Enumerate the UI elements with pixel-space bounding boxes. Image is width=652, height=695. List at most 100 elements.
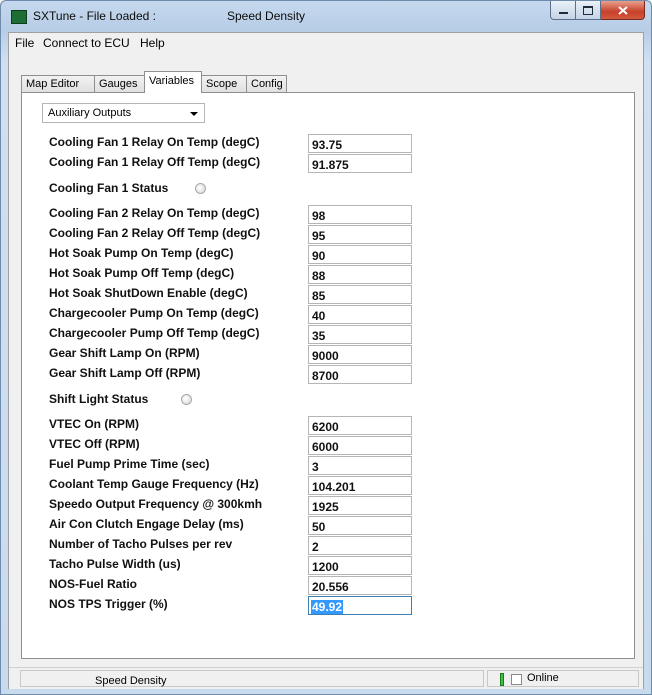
variable-value-field[interactable]: 95 bbox=[308, 225, 412, 244]
variable-label: NOS-Fuel Ratio bbox=[49, 577, 138, 591]
category-dropdown[interactable]: Auxiliary Outputs bbox=[42, 103, 205, 123]
variable-value-text: 49.92 bbox=[311, 600, 344, 614]
variable-value-text: 85 bbox=[312, 289, 326, 303]
variable-value-field[interactable]: 2 bbox=[308, 536, 412, 555]
variable-value-field[interactable]: 93.75 bbox=[308, 134, 412, 153]
status-indicator-icon bbox=[180, 394, 192, 405]
variable-label: VTEC On (RPM) bbox=[49, 417, 139, 431]
variable-value-field[interactable]: 20.556 bbox=[308, 576, 412, 595]
app-window: SXTune - File Loaded : Speed Density Fil… bbox=[0, 0, 652, 695]
variable-label: NOS TPS Trigger (%) bbox=[49, 597, 168, 611]
variable-label: Fuel Pump Prime Time (sec) bbox=[49, 457, 210, 471]
variable-label: Gear Shift Lamp On (RPM) bbox=[49, 346, 200, 360]
variable-value-text: 35 bbox=[312, 329, 326, 343]
maximize-button[interactable] bbox=[576, 1, 601, 20]
variable-value-field[interactable]: 49.92 bbox=[308, 596, 412, 615]
variable-value-field[interactable]: 98 bbox=[308, 205, 412, 224]
variable-value-text: 1925 bbox=[312, 500, 339, 514]
variable-label: Number of Tacho Pulses per rev bbox=[49, 537, 233, 551]
variable-label: Chargecooler Pump Off Temp (degC) bbox=[49, 326, 260, 340]
variable-value-field[interactable]: 3 bbox=[308, 456, 412, 475]
variable-label: Gear Shift Lamp Off (RPM) bbox=[49, 366, 201, 380]
tab-map-editor[interactable]: Map Editor bbox=[21, 75, 95, 92]
menu-help[interactable]: Help bbox=[140, 36, 165, 50]
variables-panel: Auxiliary Outputs Cooling Fan 1 Relay On… bbox=[21, 92, 635, 659]
variable-value-field[interactable]: 1200 bbox=[308, 556, 412, 575]
status-bar: Speed Density Online bbox=[9, 667, 643, 689]
variable-value-text: 2 bbox=[312, 540, 319, 554]
variable-label: VTEC Off (RPM) bbox=[49, 437, 140, 451]
tab-scope[interactable]: Scope bbox=[201, 75, 247, 92]
variable-value-text: 20.556 bbox=[312, 580, 349, 594]
variable-label: Cooling Fan 2 Relay Off Temp (degC) bbox=[49, 226, 261, 240]
title-bar[interactable]: SXTune - File Loaded : Speed Density bbox=[1, 1, 651, 33]
variable-value-text: 3 bbox=[312, 460, 319, 474]
variable-value-field[interactable]: 6000 bbox=[308, 436, 412, 455]
variable-label: Speedo Output Frequency @ 300kmh bbox=[49, 497, 263, 511]
variable-value-text: 88 bbox=[312, 269, 326, 283]
variable-value-field[interactable]: 90 bbox=[308, 245, 412, 264]
variable-value-text: 90 bbox=[312, 249, 326, 263]
close-icon bbox=[617, 5, 628, 15]
variable-value-text: 6200 bbox=[312, 420, 339, 434]
variable-label: Cooling Fan 1 Status bbox=[49, 181, 169, 195]
variable-value-text: 6000 bbox=[312, 440, 339, 454]
tab-variables[interactable]: Variables bbox=[144, 71, 202, 93]
variable-value-field[interactable]: 6200 bbox=[308, 416, 412, 435]
online-label: Online bbox=[527, 672, 559, 684]
variable-value-text: 91.875 bbox=[312, 158, 349, 172]
tab-config[interactable]: Config bbox=[246, 75, 287, 92]
variable-value-field[interactable]: 9000 bbox=[308, 345, 412, 364]
minimize-icon bbox=[558, 12, 568, 14]
variable-value-field[interactable]: 104.201 bbox=[308, 476, 412, 495]
variable-label: Cooling Fan 2 Relay On Temp (degC) bbox=[49, 206, 260, 220]
variable-value-field[interactable]: 35 bbox=[308, 325, 412, 344]
variable-label: Hot Soak Pump Off Temp (degC) bbox=[49, 266, 235, 280]
window-title-text: SXTune - File Loaded : bbox=[33, 9, 156, 23]
close-button[interactable] bbox=[601, 1, 645, 20]
status-online-panel bbox=[487, 670, 639, 687]
variable-label: Shift Light Status bbox=[49, 392, 149, 406]
variable-value-field[interactable]: 50 bbox=[308, 516, 412, 535]
variable-value-field[interactable]: 40 bbox=[308, 305, 412, 324]
variable-value-text: 104.201 bbox=[312, 480, 356, 494]
variable-value-text: 8700 bbox=[312, 369, 339, 383]
minimize-button[interactable] bbox=[550, 1, 576, 20]
variable-label: Cooling Fan 1 Relay Off Temp (degC) bbox=[49, 155, 261, 169]
tab-gauges[interactable]: Gauges bbox=[94, 75, 146, 92]
status-indicator-icon bbox=[195, 183, 206, 194]
app-icon bbox=[11, 10, 27, 24]
status-mode-panel: Speed Density bbox=[20, 670, 484, 687]
category-dropdown-value: Auxiliary Outputs bbox=[48, 107, 132, 119]
variable-label: Cooling Fan 1 Relay On Temp (degC) bbox=[49, 135, 260, 149]
maximize-icon bbox=[583, 5, 593, 15]
variable-label: Coolant Temp Gauge Frequency (Hz) bbox=[49, 477, 259, 491]
variable-label: Hot Soak Pump On Temp (degC) bbox=[49, 246, 234, 260]
variable-label: Air Con Clutch Engage Delay (ms) bbox=[49, 517, 244, 531]
status-mode-text: Speed Density bbox=[95, 675, 167, 687]
client-area: File Connect to ECU Help Map Editor Gaug… bbox=[8, 32, 644, 689]
chevron-down-icon bbox=[190, 112, 198, 116]
variable-label: Chargecooler Pump On Temp (degC) bbox=[49, 306, 259, 320]
variable-value-text: 93.75 bbox=[312, 138, 343, 152]
menu-file[interactable]: File bbox=[15, 36, 34, 50]
variable-value-text: 95 bbox=[312, 229, 326, 243]
variable-value-text: 40 bbox=[312, 309, 326, 323]
variable-value-field[interactable]: 1925 bbox=[308, 496, 412, 515]
variable-value-text: 9000 bbox=[312, 349, 339, 363]
variable-value-field[interactable]: 85 bbox=[308, 285, 412, 304]
menu-connect-to-ecu[interactable]: Connect to ECU bbox=[43, 36, 130, 50]
online-checkbox[interactable] bbox=[511, 674, 522, 685]
variable-value-text: 98 bbox=[312, 209, 326, 223]
variable-value-text: 1200 bbox=[312, 560, 339, 574]
online-indicator-icon bbox=[500, 673, 504, 686]
menu-bar: File Connect to ECU Help bbox=[9, 33, 643, 53]
window-title-mode: Speed Density bbox=[227, 9, 306, 23]
window-title: SXTune - File Loaded : Speed Density bbox=[33, 9, 305, 23]
variable-value-field[interactable]: 91.875 bbox=[308, 154, 412, 173]
variable-label: Tacho Pulse Width (us) bbox=[49, 557, 181, 571]
variable-label: Hot Soak ShutDown Enable (degC) bbox=[49, 286, 248, 300]
caption-buttons bbox=[550, 1, 645, 21]
variable-value-field[interactable]: 8700 bbox=[308, 365, 412, 384]
variable-value-field[interactable]: 88 bbox=[308, 265, 412, 284]
